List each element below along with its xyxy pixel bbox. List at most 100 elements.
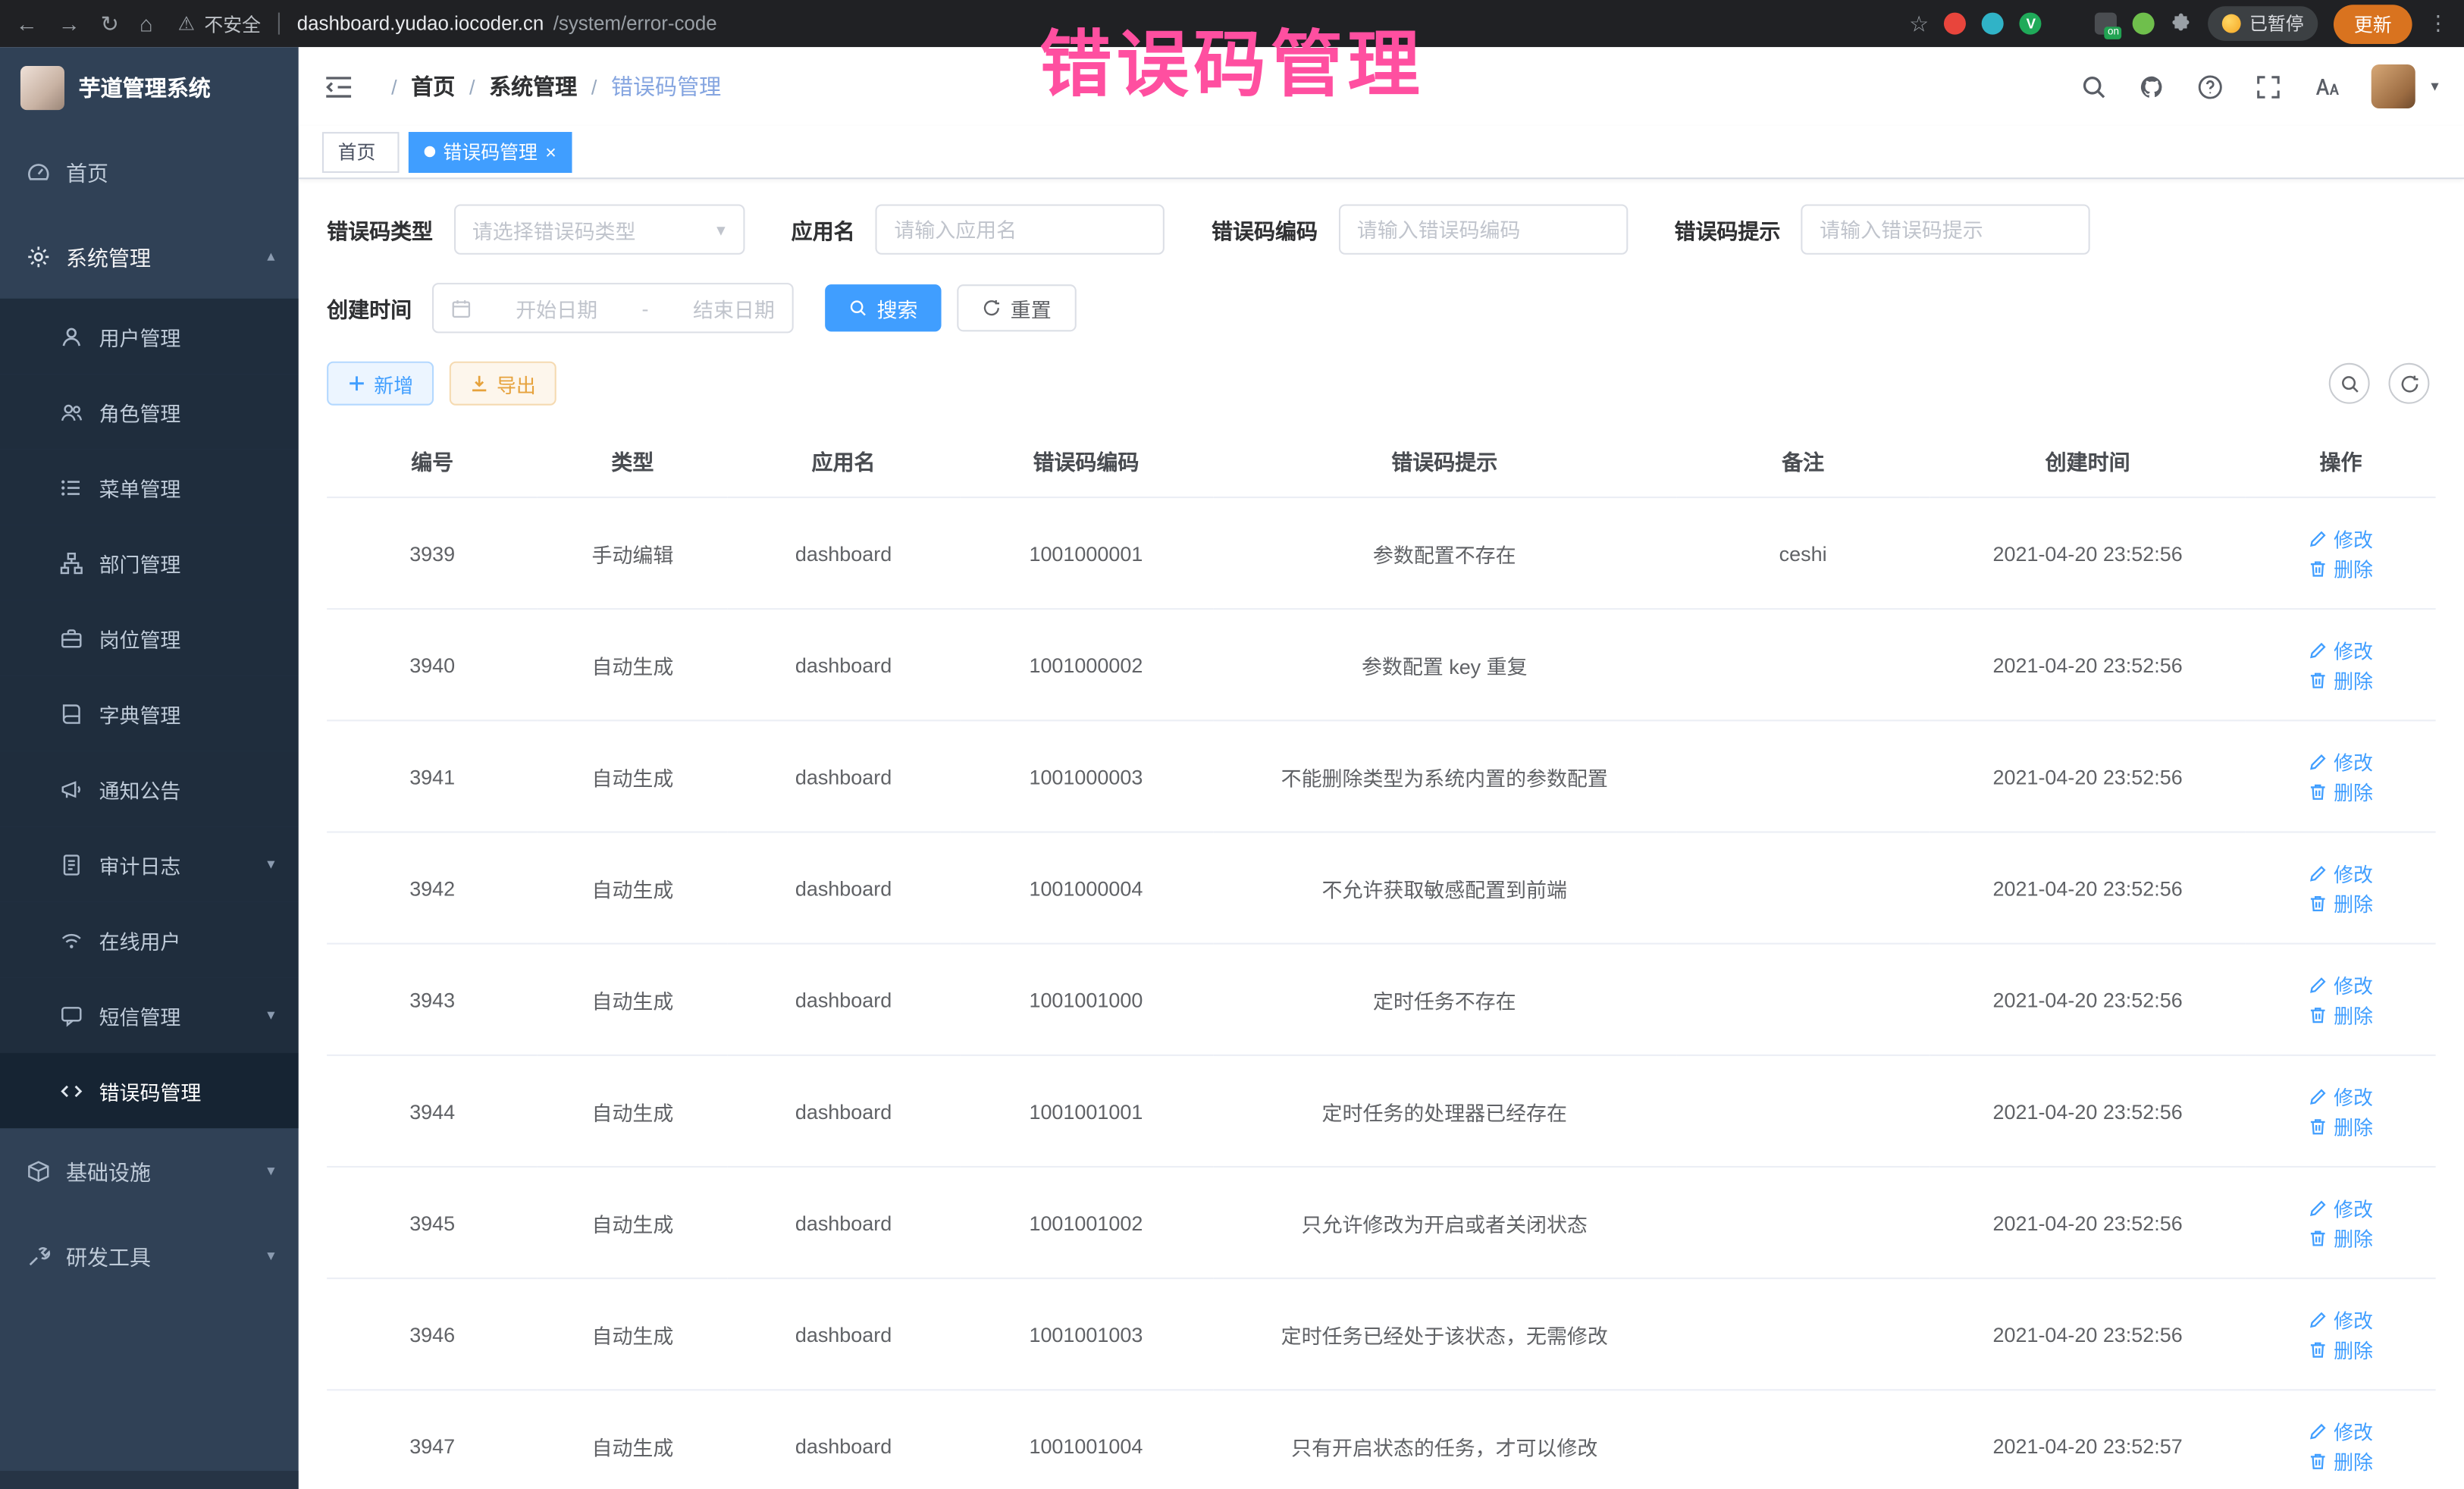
collapse-sidebar-icon[interactable] (324, 74, 353, 98)
delete-icon (2309, 670, 2328, 689)
back-icon[interactable]: ← (16, 13, 38, 35)
leaf-extension-icon[interactable] (2133, 13, 2155, 35)
error-hint-input[interactable] (1801, 204, 2089, 254)
sidebar-item[interactable]: 首页 (0, 129, 299, 214)
delete-icon (2309, 559, 2328, 578)
browser-menu-icon[interactable]: ⋮ (2428, 11, 2448, 36)
cell-time: 2021-04-20 23:52:56 (1930, 497, 2246, 609)
error-type-select[interactable]: 请选择错误码类型 ▾ (453, 204, 744, 254)
teal-extension-icon[interactable] (1983, 13, 2005, 35)
search-icon[interactable] (2080, 73, 2107, 99)
table-row: 3941 自动生成 dashboard 1001000003 不能删除类型为系统… (327, 720, 2436, 832)
reload-icon[interactable]: ↻ (101, 13, 119, 35)
tab[interactable]: 首页 (322, 131, 400, 172)
sidebar-item[interactable]: 在线用户 (0, 902, 299, 977)
search-icon (2339, 373, 2359, 393)
edit-link[interactable]: 修改 (2309, 635, 2373, 664)
sidebar-item[interactable]: 角色管理 (0, 374, 299, 449)
bookmark-star-icon[interactable]: ☆ (1909, 10, 1929, 36)
org-tree-icon (60, 550, 83, 574)
cell-code: 1001000002 (960, 609, 1213, 720)
user-icon (60, 324, 83, 348)
sidebar-item[interactable]: 基础设施 ▾ (0, 1128, 299, 1213)
edit-link[interactable]: 修改 (2309, 1304, 2373, 1334)
address-bar[interactable]: ⚠ 不安全 dashboard.yudao.iocoder.cn/system/… (178, 10, 717, 36)
edit-link[interactable]: 修改 (2309, 858, 2373, 888)
refresh-table-button[interactable] (2389, 363, 2430, 404)
breadcrumb: 首页 系统管理 错误码管理 (377, 71, 721, 102)
cell-code: 1001000004 (960, 832, 1213, 943)
delete-link[interactable]: 删除 (2309, 553, 2373, 583)
delete-icon (2309, 1117, 2328, 1136)
profile-paused-chip[interactable]: 已暂停 (2209, 6, 2318, 41)
delete-link[interactable]: 删除 (2309, 776, 2373, 806)
cell-msg: 不允许获取敏感配置到前端 (1212, 832, 1676, 943)
sidebar-item[interactable]: 字典管理 (0, 676, 299, 751)
sidebar-item[interactable]: 部门管理 (0, 525, 299, 600)
edit-link[interactable]: 修改 (2309, 747, 2373, 776)
sidebar-item[interactable]: 审计日志 ▾ (0, 826, 299, 901)
sidebar-item[interactable]: 通知公告 (0, 751, 299, 826)
search-button[interactable]: 搜索 (825, 284, 941, 331)
delete-link[interactable]: 删除 (2309, 1446, 2373, 1475)
v-extension-icon[interactable]: V (2020, 13, 2042, 35)
edit-link[interactable]: 修改 (2309, 970, 2373, 999)
edit-link[interactable]: 修改 (2309, 1193, 2373, 1222)
edit-link[interactable]: 修改 (2309, 1416, 2373, 1446)
add-button[interactable]: 新增 (327, 362, 434, 406)
home-icon[interactable]: ⌂ (140, 13, 153, 35)
cell-type: 自动生成 (538, 1055, 727, 1167)
extensions-grid-icon[interactable] (2058, 13, 2080, 35)
column-header: 备注 (1676, 425, 1930, 497)
cell-time: 2021-04-20 23:52:56 (1930, 1167, 2246, 1278)
date-range-picker[interactable]: 开始日期 - 结束日期 (432, 283, 794, 333)
sidebar-item[interactable]: 岗位管理 (0, 600, 299, 676)
delete-link[interactable]: 删除 (2309, 1334, 2373, 1364)
tampermonkey-extension-icon[interactable]: on (2096, 13, 2118, 35)
breadcrumb-item[interactable]: 错误码管理 (611, 71, 721, 102)
help-icon[interactable] (2197, 73, 2224, 99)
cell-msg: 只允许修改为开启或者关闭状态 (1212, 1167, 1676, 1278)
sidebar-item[interactable]: 菜单管理 (0, 450, 299, 525)
tags-view: 首页 错误码管理 × (299, 126, 2464, 179)
user-avatar[interactable] (2372, 64, 2415, 108)
tab[interactable]: 错误码管理 × (409, 131, 572, 172)
github-icon[interactable] (2139, 73, 2165, 99)
sidebar-item[interactable]: 短信管理 ▾ (0, 977, 299, 1052)
toggle-search-button[interactable] (2329, 363, 2370, 404)
app-name-input[interactable] (875, 204, 1164, 254)
fullscreen-icon[interactable] (2255, 73, 2281, 99)
breadcrumb-item[interactable]: 首页 (411, 71, 455, 102)
on-badge: on (2105, 26, 2122, 39)
update-button[interactable]: 更新 (2334, 4, 2412, 43)
caret-down-icon[interactable]: ▾ (2431, 78, 2438, 96)
export-button[interactable]: 导出 (450, 362, 556, 406)
delete-link[interactable]: 删除 (2309, 999, 2373, 1029)
breadcrumb-item[interactable]: 系统管理 (489, 71, 577, 102)
puzzle-extension-icon[interactable] (2171, 13, 2193, 35)
briefcase-icon (60, 626, 83, 650)
edit-link[interactable]: 修改 (2309, 523, 2373, 553)
tab-close-icon[interactable]: × (545, 143, 556, 161)
sidebar-item[interactable]: 研发工具 ▾ (0, 1213, 299, 1298)
cell-app: dashboard (728, 497, 960, 609)
sidebar-item[interactable]: 系统管理 ▴ (0, 214, 299, 299)
cell-time: 2021-04-20 23:52:56 (1930, 1055, 2246, 1167)
edit-link[interactable]: 修改 (2309, 1081, 2373, 1111)
logo[interactable]: 芋道管理系统 (0, 47, 299, 129)
error-code-input[interactable] (1338, 204, 1627, 254)
forward-icon[interactable]: → (58, 13, 80, 35)
delete-link[interactable]: 删除 (2309, 1111, 2373, 1140)
font-size-icon[interactable] (2313, 73, 2340, 99)
delete-link[interactable]: 删除 (2309, 888, 2373, 917)
sidebar-collapse-bar[interactable] (0, 1471, 299, 1489)
cell-code: 1001001002 (960, 1167, 1213, 1278)
red-extension-icon[interactable] (1945, 13, 1967, 35)
sidebar-item[interactable]: 用户管理 (0, 299, 299, 374)
delete-link[interactable]: 删除 (2309, 1223, 2373, 1252)
sidebar-item[interactable]: 错误码管理 (0, 1053, 299, 1128)
delete-link[interactable]: 删除 (2309, 665, 2373, 694)
cell-app: dashboard (728, 832, 960, 943)
cell-id: 3942 (327, 832, 538, 943)
reset-button[interactable]: 重置 (957, 284, 1077, 331)
